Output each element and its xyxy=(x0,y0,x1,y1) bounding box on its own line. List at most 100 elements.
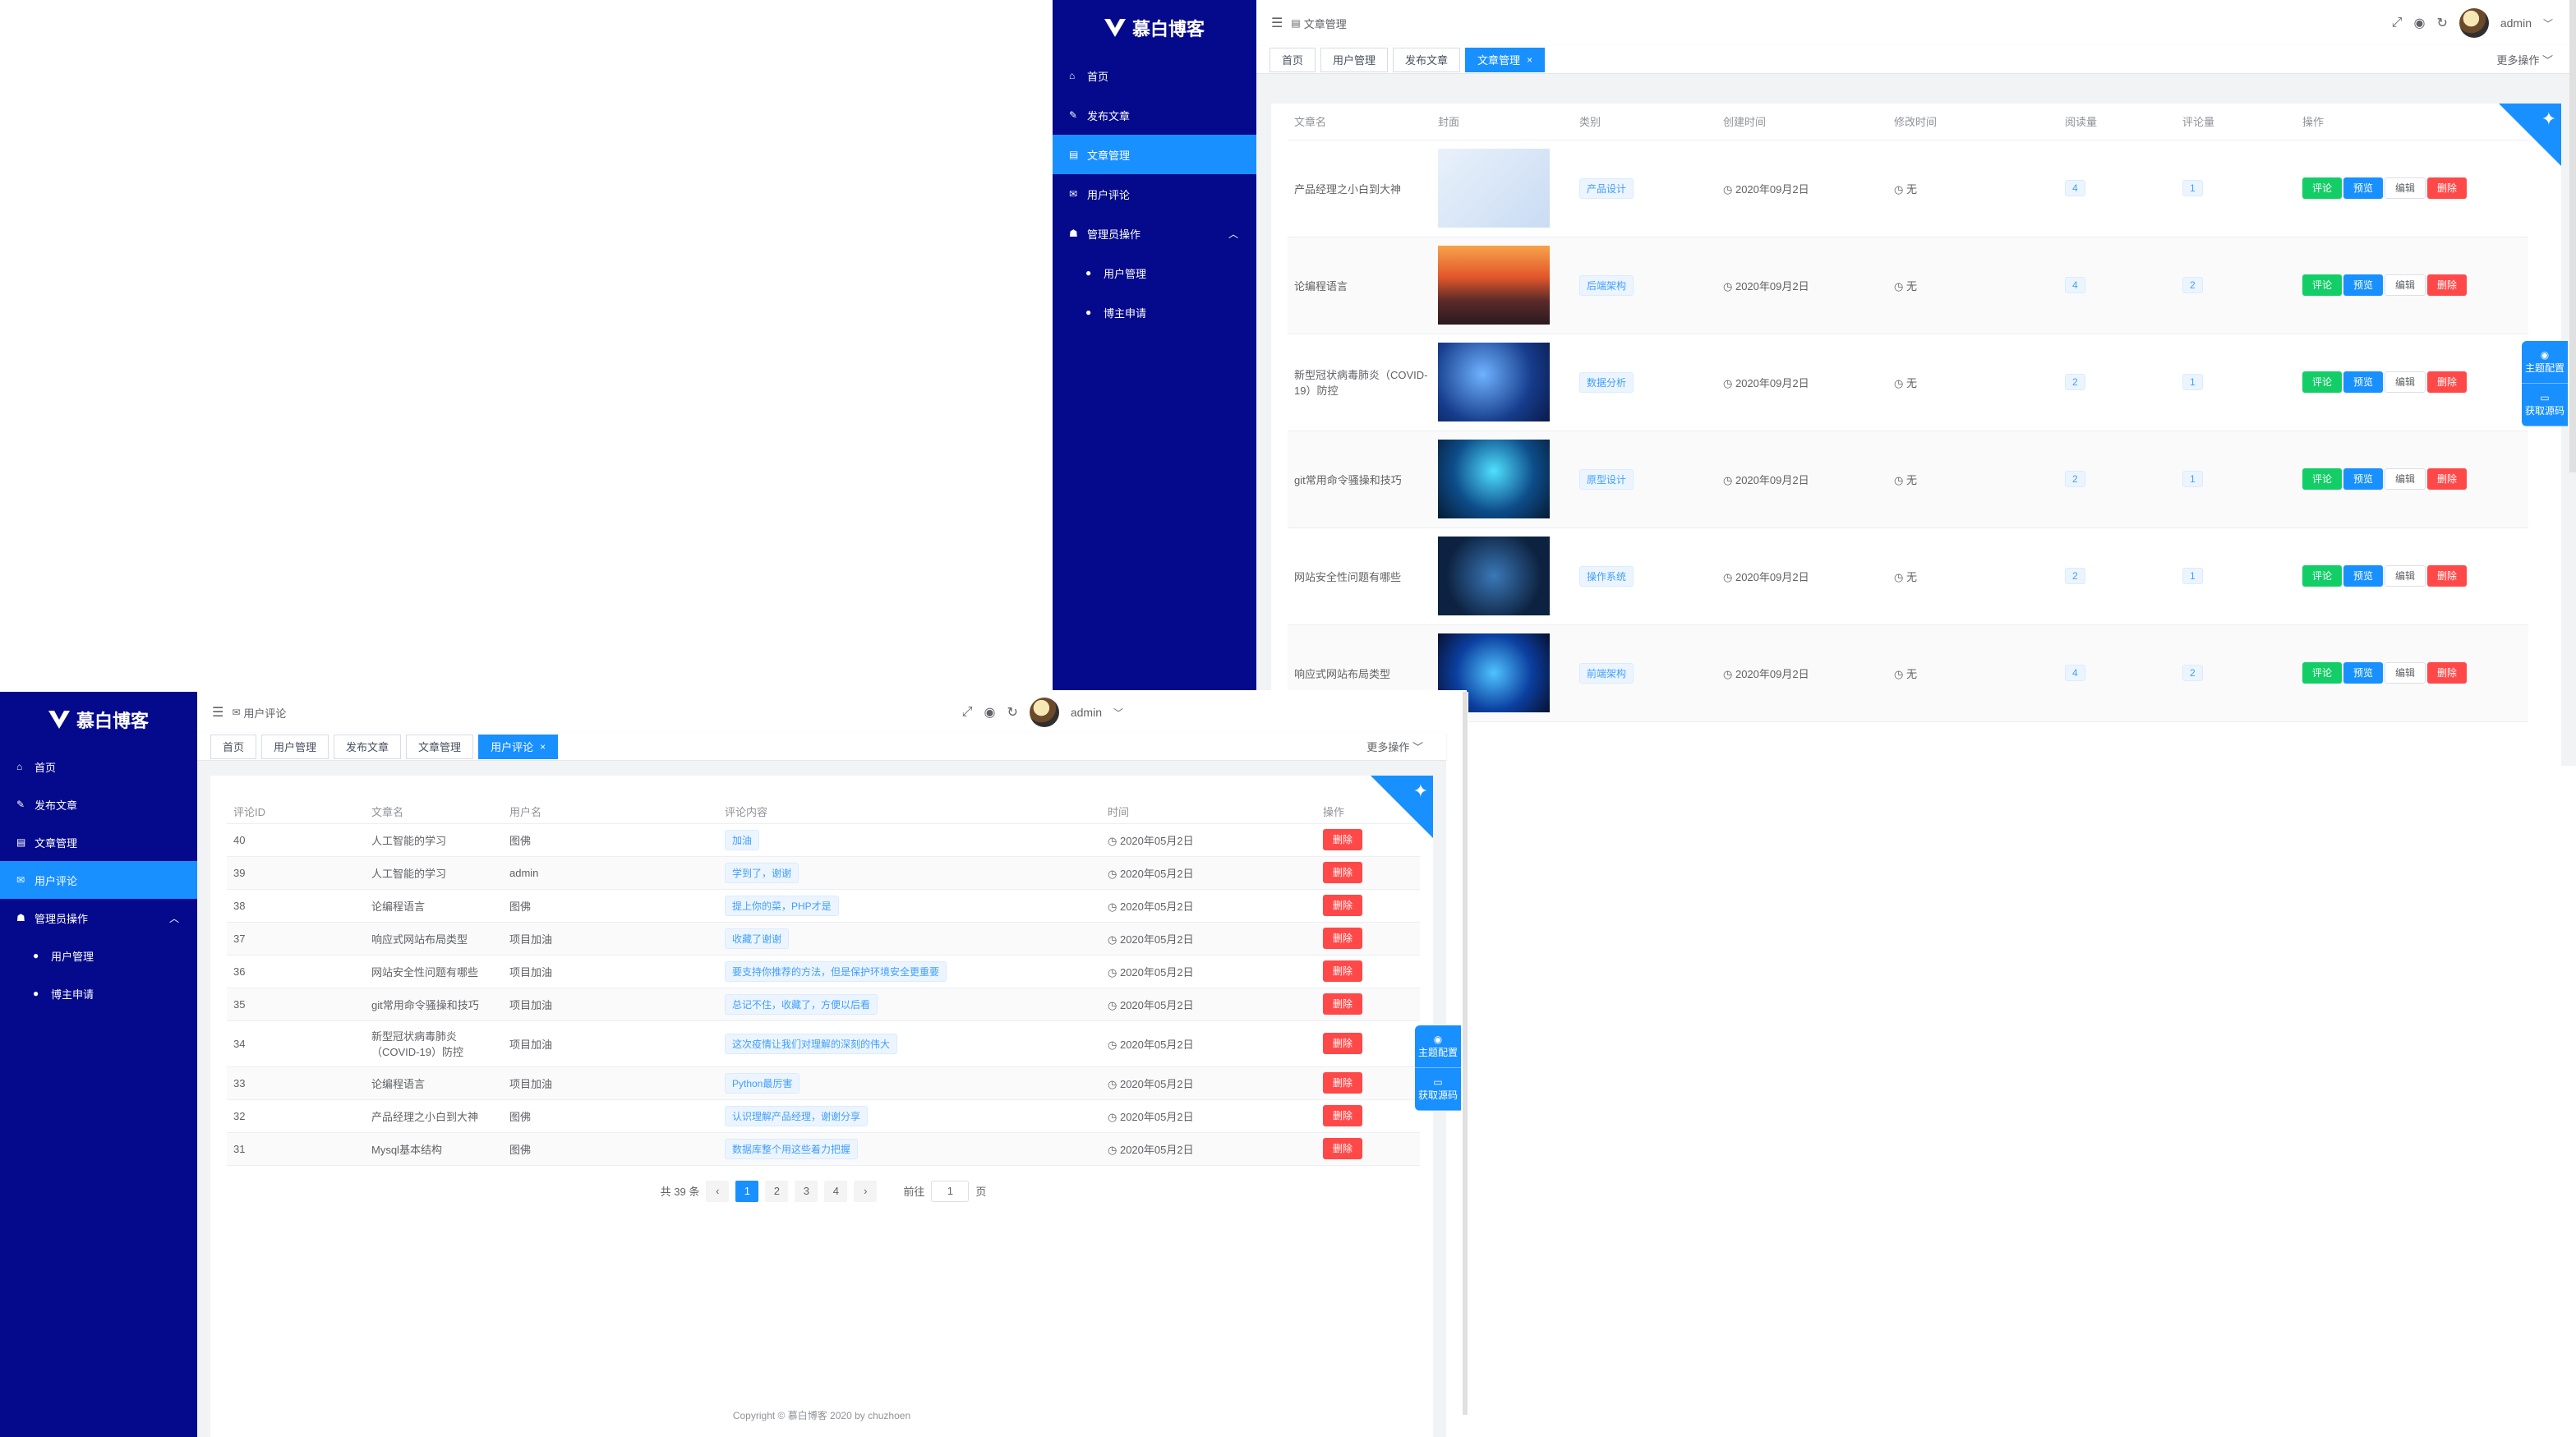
page-1[interactable]: 1 xyxy=(735,1180,759,1202)
brand-logo[interactable]: 慕白博客 xyxy=(0,692,197,748)
brand-logo[interactable]: 慕白博客 xyxy=(1053,0,1256,56)
sidebar-item-articles[interactable]: ▤ 文章管理 xyxy=(0,823,197,861)
tab-comments[interactable]: 用户评论 × xyxy=(478,734,559,759)
page-2[interactable]: 2 xyxy=(765,1180,789,1202)
palette-icon[interactable]: ◉ xyxy=(2413,15,2425,31)
preview-button[interactable]: 预览 xyxy=(2343,371,2384,393)
close-icon[interactable]: × xyxy=(1527,54,1532,66)
sidebar-item-blogger-apply[interactable]: ● 博主申请 xyxy=(1053,292,1256,332)
prev-page-button[interactable]: ‹ xyxy=(706,1180,730,1202)
preview-button[interactable]: 预览 xyxy=(2343,274,2384,296)
sidebar-item-user-management[interactable]: ● 用户管理 xyxy=(1053,253,1256,292)
avatar[interactable] xyxy=(2458,8,2489,38)
scrollbar[interactable] xyxy=(2569,0,2576,472)
article-cover[interactable] xyxy=(1431,140,1573,237)
delete-button[interactable]: 删除 xyxy=(2427,662,2468,684)
delete-button[interactable]: 删除 xyxy=(1323,1072,1363,1094)
next-page-button[interactable]: › xyxy=(854,1180,878,1202)
comment-button[interactable]: 评论 xyxy=(2302,274,2343,296)
delete-button[interactable]: 删除 xyxy=(1323,895,1363,916)
sidebar-item-home[interactable]: ⌂ 首页 xyxy=(1053,56,1256,95)
edit-button[interactable]: 编辑 xyxy=(2385,662,2426,684)
sidebar-item-user-management[interactable]: ● 用户管理 xyxy=(0,937,197,974)
hamburger-icon[interactable]: ☰ xyxy=(1271,15,1283,31)
comment-button[interactable]: 评论 xyxy=(2302,371,2343,393)
github-corner[interactable]: ✦ xyxy=(2499,104,2561,166)
delete-button[interactable]: 删除 xyxy=(1323,1138,1363,1159)
breadcrumb[interactable]: 用户评论 xyxy=(243,705,286,721)
sidebar-item-admin-ops[interactable]: ☗ 管理员操作 ︿ xyxy=(0,899,197,937)
fullscreen-icon[interactable]: ⤢ xyxy=(2392,16,2403,30)
get-source-button[interactable]: ▭ 获取源码 xyxy=(1415,1068,1461,1111)
comment-button[interactable]: 评论 xyxy=(2302,565,2343,587)
article-cover[interactable] xyxy=(1431,334,1573,431)
tab-user-management[interactable]: 用户管理 xyxy=(261,734,329,759)
delete-button[interactable]: 删除 xyxy=(1323,1033,1363,1054)
goto-page-input[interactable]: 1 xyxy=(931,1180,970,1202)
sidebar-item-blogger-apply[interactable]: ● 博主申请 xyxy=(0,974,197,1012)
chevron-down-icon[interactable]: ﹀ xyxy=(2543,16,2553,30)
comment-button[interactable]: 评论 xyxy=(2302,177,2343,199)
preview-button[interactable]: 预览 xyxy=(2343,468,2384,490)
palette-icon[interactable]: ◉ xyxy=(984,704,995,721)
edit-button[interactable]: 编辑 xyxy=(2385,565,2426,587)
page-4[interactable]: 4 xyxy=(824,1180,848,1202)
admin-username[interactable]: admin xyxy=(1071,706,1102,719)
delete-button[interactable]: 删除 xyxy=(1323,1105,1363,1126)
hamburger-icon[interactable]: ☰ xyxy=(212,704,223,721)
preview-button[interactable]: 预览 xyxy=(2343,662,2384,684)
more-operations-dropdown[interactable]: 更多操作 ﹀ xyxy=(1366,739,1423,754)
tab-publish[interactable]: 发布文章 xyxy=(334,734,402,759)
refresh-icon[interactable]: ↻ xyxy=(2436,15,2447,31)
delete-button[interactable]: 删除 xyxy=(1323,829,1363,850)
edit-button[interactable]: 编辑 xyxy=(2385,177,2426,199)
comment-button[interactable]: 评论 xyxy=(2302,468,2343,490)
fullscreen-icon[interactable]: ⤢ xyxy=(962,705,973,720)
delete-button[interactable]: 删除 xyxy=(1323,993,1363,1015)
page-3[interactable]: 3 xyxy=(795,1180,818,1202)
tab-home[interactable]: 首页 xyxy=(1270,47,1316,72)
more-operations-dropdown[interactable]: 更多操作 ﹀ xyxy=(2496,52,2553,67)
delete-button[interactable]: 删除 xyxy=(1323,960,1363,982)
breadcrumb[interactable]: 文章管理 xyxy=(1304,16,1347,31)
tab-user-management[interactable]: 用户管理 xyxy=(1320,47,1389,72)
delete-button[interactable]: 删除 xyxy=(1323,862,1363,883)
tab-home[interactable]: 首页 xyxy=(210,734,257,759)
github-corner[interactable]: ✦ xyxy=(1371,776,1433,838)
chevron-down-icon[interactable]: ﹀ xyxy=(1113,706,1123,720)
sidebar-item-home[interactable]: ⌂ 首页 xyxy=(0,748,197,785)
tab-articles[interactable]: 文章管理 × xyxy=(1465,47,1546,72)
edit-button[interactable]: 编辑 xyxy=(2385,468,2426,490)
delete-button[interactable]: 删除 xyxy=(2427,468,2468,490)
comment-button[interactable]: 评论 xyxy=(2302,662,2343,684)
preview-button[interactable]: 预览 xyxy=(2343,177,2384,199)
theme-config-button[interactable]: ◉ 主题配置 xyxy=(2522,341,2568,384)
refresh-icon[interactable]: ↻ xyxy=(1007,704,1017,721)
admin-username[interactable]: admin xyxy=(2500,16,2532,30)
preview-button[interactable]: 预览 xyxy=(2343,565,2384,587)
sidebar-item-articles[interactable]: ▤ 文章管理 xyxy=(1053,135,1256,174)
get-source-button[interactable]: ▭ 获取源码 xyxy=(2522,384,2568,426)
delete-button[interactable]: 删除 xyxy=(2427,565,2468,587)
delete-button[interactable]: 删除 xyxy=(1323,928,1363,949)
edit-button[interactable]: 编辑 xyxy=(2385,371,2426,393)
tab-articles[interactable]: 文章管理 xyxy=(406,734,474,759)
sidebar-item-admin-ops[interactable]: ☗ 管理员操作 ︿ xyxy=(1053,214,1256,253)
article-cover[interactable] xyxy=(1431,237,1573,334)
close-icon[interactable]: × xyxy=(540,741,546,753)
edit-button[interactable]: 编辑 xyxy=(2385,274,2426,296)
theme-config-button[interactable]: ◉ 主题配置 xyxy=(1415,1025,1461,1068)
sidebar-item-comments[interactable]: ✉ 用户评论 xyxy=(0,861,197,899)
article-cover[interactable] xyxy=(1431,431,1573,528)
sidebar-item-publish[interactable]: ✎ 发布文章 xyxy=(0,785,197,823)
avatar[interactable] xyxy=(1029,698,1059,727)
scrollbar[interactable] xyxy=(1463,692,1468,1415)
tab-publish[interactable]: 发布文章 xyxy=(1393,47,1461,72)
sidebar-item-publish[interactable]: ✎ 发布文章 xyxy=(1053,95,1256,135)
sidebar-item-comments[interactable]: ✉ 用户评论 xyxy=(1053,174,1256,214)
delete-button[interactable]: 删除 xyxy=(2427,371,2468,393)
delete-button[interactable]: 删除 xyxy=(2427,274,2468,296)
article-cover[interactable] xyxy=(1431,527,1573,625)
delete-button[interactable]: 删除 xyxy=(2427,177,2468,199)
clock-icon xyxy=(1108,966,1120,979)
